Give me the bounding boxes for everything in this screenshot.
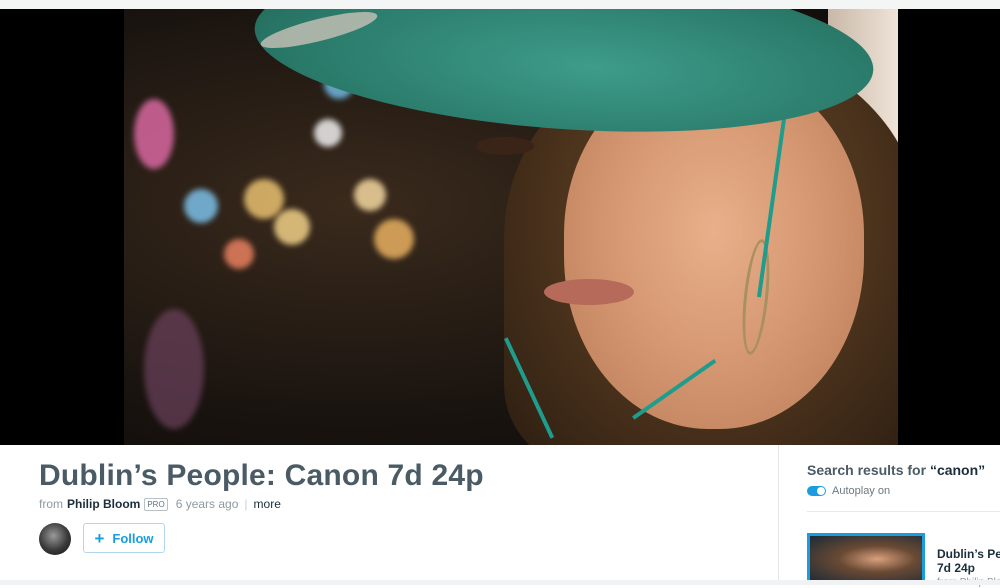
autoplay-control[interactable]: Autoplay on: [807, 485, 890, 497]
bokeh-light: [244, 179, 284, 219]
separator: |: [244, 497, 248, 511]
video-player[interactable]: [0, 9, 1000, 445]
pro-badge: PRO: [144, 497, 168, 511]
autoplay-label: Autoplay on: [832, 485, 891, 497]
avatar[interactable]: [39, 523, 71, 555]
recommended-video-thumbnail[interactable]: [807, 533, 925, 585]
divider: [807, 511, 1000, 512]
video-info: Dublin’s People: Canon 7d 24p from Phili…: [0, 445, 778, 585]
search-query: “canon”: [929, 462, 986, 478]
bokeh-light: [144, 309, 204, 429]
autoplay-toggle[interactable]: [807, 486, 826, 496]
video-title: Dublin’s People: Canon 7d 24p: [39, 459, 484, 492]
search-results-heading: Search results for “canon”: [807, 462, 985, 478]
bokeh-light: [224, 239, 254, 269]
bokeh-light: [184, 189, 218, 223]
bokeh-light: [134, 99, 174, 169]
search-results-sidebar: Search results for “canon” Autoplay on D…: [778, 445, 1000, 588]
rec-title-line2: 7d 24p: [937, 561, 976, 575]
bokeh-light: [354, 179, 386, 211]
author-link[interactable]: Philip Bloom: [67, 497, 140, 511]
video-frame[interactable]: [124, 9, 898, 445]
bokeh-light: [314, 119, 342, 147]
more-link[interactable]: more: [254, 497, 281, 511]
left-eye: [476, 137, 534, 155]
heading-prefix: Search results for: [807, 462, 930, 478]
lips: [544, 279, 634, 305]
upload-age: 6 years ago: [175, 497, 239, 511]
recommended-video-title[interactable]: Dublin’s Peo 7d 24p: [937, 547, 1000, 575]
byline: from Philip Bloom PRO 6 years ago | more: [39, 497, 281, 511]
bokeh-light: [374, 219, 414, 259]
horizontal-scrollbar[interactable]: [0, 580, 1000, 585]
follow-label: Follow: [112, 530, 154, 546]
plus-icon: +: [94, 528, 105, 548]
follow-button[interactable]: + Follow: [83, 523, 165, 553]
from-label: from: [39, 497, 63, 511]
bokeh-light: [274, 209, 310, 245]
rec-title-line1: Dublin’s Peo: [937, 547, 1000, 561]
